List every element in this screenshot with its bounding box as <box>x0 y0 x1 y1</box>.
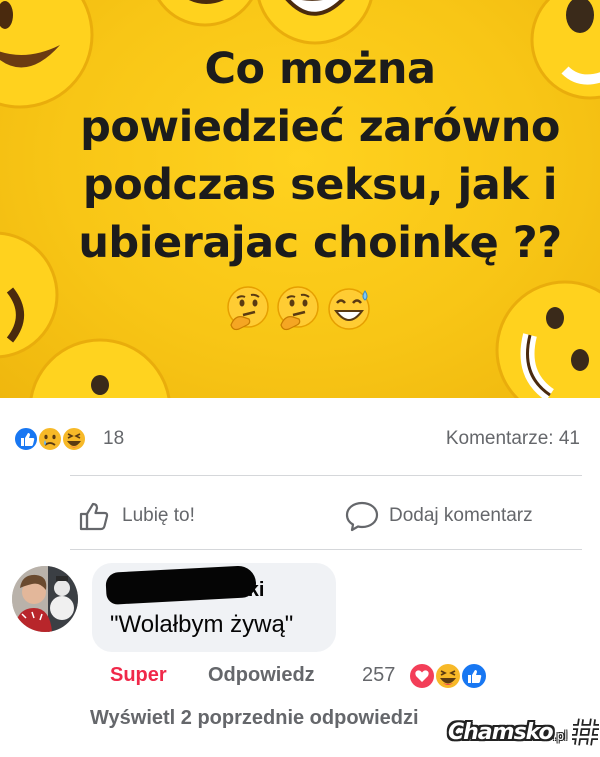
divider <box>70 475 582 476</box>
hashtag-icon <box>572 718 600 746</box>
thinking-face-icon <box>227 286 269 331</box>
reaction-count[interactable]: 18 <box>103 428 124 450</box>
headline-line: powiedzieć zarówno <box>80 102 560 152</box>
avatar[interactable] <box>12 566 78 632</box>
reaction-summary-icons[interactable] <box>12 424 96 454</box>
comment-button[interactable]: Dodaj komentarz <box>345 496 533 536</box>
thinking-face-icon <box>277 286 319 331</box>
comment-reaction-count[interactable]: 257 <box>362 664 395 687</box>
haha-icon <box>434 662 462 690</box>
reactions-bar: 18 Komentarze: 41 <box>0 420 600 456</box>
headline-line: podczas seksu, jak i <box>82 160 558 210</box>
like-icon <box>460 662 488 690</box>
love-icon <box>408 662 436 690</box>
comment-bubble[interactable]: Xxxxxxxxxxxski "Wolałbym żywą" <box>92 563 336 652</box>
comment-bubble-icon <box>345 501 379 532</box>
smiley-bg-top-center-icon <box>157 0 253 27</box>
post-headline: Co można powiedzieć zarówno podczas seks… <box>40 40 600 272</box>
comment-reply-button[interactable]: Odpowiedz <box>208 664 315 692</box>
like-button-label: Lubię to! <box>122 505 195 526</box>
avatar-photo-icon <box>12 566 78 632</box>
like-icon <box>13 426 39 452</box>
smiley-bg-bottom-left-icon <box>29 338 171 398</box>
divider <box>70 549 582 550</box>
comment-reaction-icons[interactable] <box>406 660 494 692</box>
comment-text: "Wolałbym żywą" <box>110 611 294 638</box>
comment-reaction-super[interactable]: Super <box>110 664 167 692</box>
haha-icon <box>61 426 87 452</box>
watermark-logo: Chamsko .pl <box>448 712 600 752</box>
watermark-text: Chamsko <box>448 719 554 745</box>
view-previous-replies[interactable]: Wyświetl 2 poprzednie odpowiedzi <box>90 707 419 730</box>
smiley-bg-bottom-right-icon <box>495 280 600 398</box>
post-image[interactable]: Co można powiedzieć zarówno podczas seks… <box>0 0 600 398</box>
sad-icon <box>37 426 63 452</box>
watermark-tld: .pl <box>552 729 568 743</box>
like-button[interactable]: Lubię to! <box>78 496 195 536</box>
headline-line: Co można <box>204 44 436 94</box>
headline-line: ubierajac choinkę ?? <box>78 218 562 268</box>
thumbs-up-icon <box>79 502 109 531</box>
comments-count[interactable]: Komentarze: 41 <box>446 428 580 450</box>
comment-button-label: Dodaj komentarz <box>389 505 533 526</box>
emoji-row <box>225 285 375 335</box>
grinning-sweat-icon <box>328 288 370 330</box>
